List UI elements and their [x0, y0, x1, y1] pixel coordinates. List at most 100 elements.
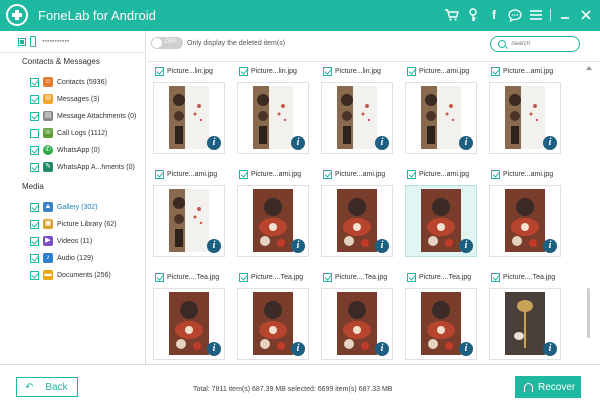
gallery-scrollbar[interactable]: [585, 64, 593, 364]
facebook-icon[interactable]: f: [486, 7, 502, 23]
tile-checkbox[interactable]: [155, 66, 164, 76]
tile-thumbnail-frame[interactable]: i: [321, 288, 393, 360]
sidebar-item-gallery[interactable]: ▲ Gallery (302): [30, 201, 146, 213]
tile-thumbnail-frame[interactable]: i: [237, 185, 309, 257]
messages-checkbox[interactable]: [30, 94, 39, 104]
gallery-tile[interactable]: Picture...ami.jpg i: [483, 167, 567, 261]
tile-checkbox[interactable]: [155, 169, 164, 179]
sidebar-item-call-logs[interactable]: ☏ Call Logs (1112): [30, 127, 146, 139]
sidebar-item-documents[interactable]: ▬ Documents (256): [30, 269, 146, 281]
tile-thumbnail-frame[interactable]: i: [237, 288, 309, 360]
close-icon[interactable]: [578, 7, 594, 23]
sidebar-item-whatsapp[interactable]: ✆ WhatsApp (0): [30, 144, 146, 156]
message-attachments-checkbox[interactable]: [30, 111, 39, 121]
chat-icon[interactable]: [507, 7, 523, 23]
info-icon[interactable]: i: [291, 136, 305, 150]
info-icon[interactable]: i: [459, 136, 473, 150]
gallery-tile[interactable]: Picture....Tea.jpg i: [483, 270, 567, 364]
gallery-tile[interactable]: Picture...lin.jpg i: [231, 64, 315, 158]
deleted-only-toggle[interactable]: OFF: [151, 37, 183, 49]
scroll-thumb[interactable]: [587, 288, 590, 338]
menu-icon[interactable]: [528, 7, 544, 23]
gallery-tile[interactable]: Picture....Tea.jpg i: [147, 270, 231, 364]
tile-thumbnail-frame[interactable]: i: [405, 185, 477, 257]
info-icon[interactable]: i: [375, 239, 389, 253]
search-box[interactable]: [490, 36, 580, 52]
tile-checkbox[interactable]: [407, 169, 416, 179]
gallery-tile[interactable]: Picture....Tea.jpg i: [231, 270, 315, 364]
tile-thumbnail-frame[interactable]: i: [405, 288, 477, 360]
info-icon[interactable]: i: [207, 342, 221, 356]
info-icon[interactable]: i: [375, 136, 389, 150]
whatsapp-attachments-checkbox[interactable]: [30, 162, 39, 172]
cart-icon[interactable]: [444, 7, 460, 23]
info-icon[interactable]: i: [543, 136, 557, 150]
gallery-tile[interactable]: Picture...ami.jpg i: [483, 64, 567, 158]
tile-thumbnail-frame[interactable]: i: [405, 82, 477, 154]
key-icon[interactable]: [465, 7, 481, 23]
device-row[interactable]: ▪▪▪▪▪▪▪▪▪▪▪: [0, 31, 146, 53]
info-icon[interactable]: i: [459, 342, 473, 356]
info-icon[interactable]: i: [543, 342, 557, 356]
gallery-tile[interactable]: Picture...ami.jpg i: [315, 167, 399, 261]
tile-thumbnail-frame[interactable]: i: [153, 288, 225, 360]
info-icon[interactable]: i: [543, 239, 557, 253]
tile-thumbnail-frame[interactable]: i: [321, 82, 393, 154]
search-input[interactable]: [511, 39, 577, 49]
tile-checkbox[interactable]: [407, 66, 416, 76]
gallery-tile[interactable]: Picture...ami.jpg i: [399, 167, 483, 261]
tile-checkbox[interactable]: [491, 66, 500, 76]
documents-checkbox[interactable]: [30, 270, 39, 280]
minimize-icon[interactable]: [557, 7, 573, 23]
scroll-up-icon[interactable]: [586, 66, 592, 70]
tile-thumbnail-frame[interactable]: i: [321, 185, 393, 257]
tile-thumbnail-frame[interactable]: i: [153, 82, 225, 154]
tile-thumbnail-frame[interactable]: i: [489, 288, 561, 360]
gallery-tile[interactable]: Picture...ami.jpg i: [399, 64, 483, 158]
tile-label: Picture...ami.jpg: [407, 66, 469, 76]
sidebar-item-picture-library[interactable]: ▣ Picture Library (62): [30, 218, 146, 230]
info-icon[interactable]: i: [207, 239, 221, 253]
call-logs-checkbox[interactable]: [30, 128, 39, 138]
tile-checkbox[interactable]: [407, 272, 416, 282]
back-button[interactable]: ↶ Back: [16, 377, 78, 397]
tile-checkbox[interactable]: [323, 272, 332, 282]
device-checkbox[interactable]: [18, 38, 26, 46]
whatsapp-checkbox[interactable]: [30, 145, 39, 155]
gallery-tile[interactable]: Picture....Tea.jpg i: [315, 270, 399, 364]
contacts-checkbox[interactable]: [30, 77, 39, 87]
sidebar-item-messages[interactable]: ✉ Messages (3): [30, 93, 146, 105]
tile-checkbox[interactable]: [155, 272, 164, 282]
tile-checkbox[interactable]: [491, 169, 500, 179]
sidebar-item-contacts[interactable]: ☺ Contacts (5936): [30, 76, 146, 88]
gallery-tile[interactable]: Picture...ami.jpg i: [231, 167, 315, 261]
tile-checkbox[interactable]: [323, 66, 332, 76]
tile-checkbox[interactable]: [239, 272, 248, 282]
gallery-checkbox[interactable]: [30, 202, 39, 212]
info-icon[interactable]: i: [459, 239, 473, 253]
sidebar-item-audio[interactable]: ♪ Audio (129): [30, 252, 146, 264]
picture-library-checkbox[interactable]: [30, 219, 39, 229]
tile-checkbox[interactable]: [239, 169, 248, 179]
sidebar-item-message-attachments[interactable]: ▤ Message Attachments (0): [30, 110, 146, 122]
tile-checkbox[interactable]: [323, 169, 332, 179]
info-icon[interactable]: i: [291, 342, 305, 356]
info-icon[interactable]: i: [291, 239, 305, 253]
tile-checkbox[interactable]: [491, 272, 500, 282]
tile-thumbnail-frame[interactable]: i: [489, 82, 561, 154]
tile-thumbnail-frame[interactable]: i: [489, 185, 561, 257]
gallery-tile[interactable]: Picture....Tea.jpg i: [399, 270, 483, 364]
sidebar-item-videos[interactable]: ▶ Videos (11): [30, 235, 146, 247]
sidebar-item-whatsapp-attachments[interactable]: ✎ WhatsApp A...hments (0): [30, 161, 146, 173]
gallery-tile[interactable]: Picture...ami.jpg i: [147, 167, 231, 261]
recover-button[interactable]: Recover: [515, 376, 581, 398]
gallery-tile[interactable]: Picture...lin.jpg i: [315, 64, 399, 158]
tile-thumbnail-frame[interactable]: i: [237, 82, 309, 154]
info-icon[interactable]: i: [207, 136, 221, 150]
tile-checkbox[interactable]: [239, 66, 248, 76]
gallery-tile[interactable]: Picture...lin.jpg i: [147, 64, 231, 158]
audio-checkbox[interactable]: [30, 253, 39, 263]
tile-thumbnail-frame[interactable]: i: [153, 185, 225, 257]
videos-checkbox[interactable]: [30, 236, 39, 246]
info-icon[interactable]: i: [375, 342, 389, 356]
